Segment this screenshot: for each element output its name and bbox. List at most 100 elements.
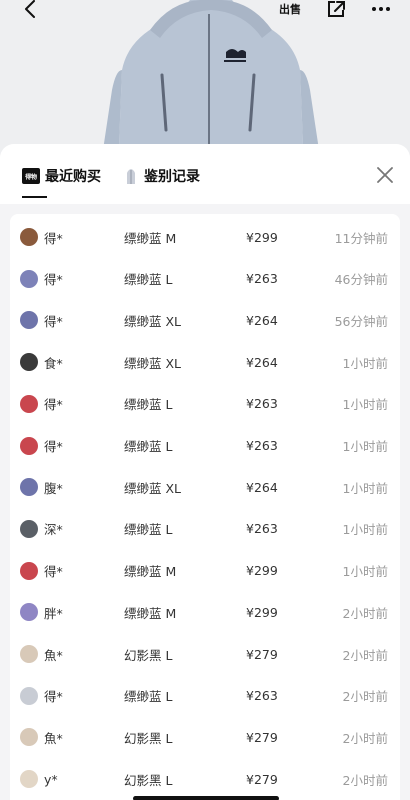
buyer-name: 魚* bbox=[44, 730, 63, 746]
purchase-time: 1小时前 bbox=[342, 480, 388, 496]
buyer-name: 得* bbox=[44, 689, 63, 705]
variant-label: 缥缈蓝 L bbox=[124, 272, 173, 288]
avatar bbox=[20, 478, 38, 497]
price-label: ¥263 bbox=[246, 396, 278, 412]
variant-label: 缥缈蓝 M bbox=[124, 230, 177, 246]
price-label: ¥279 bbox=[246, 729, 278, 745]
variant-label: 缥缈蓝 L bbox=[124, 689, 173, 705]
purchase-row: 胖* 缥缈蓝 M ¥299 2小时前 bbox=[10, 597, 400, 627]
purchase-row: 得* 缥缈蓝 L ¥263 1小时前 bbox=[10, 389, 400, 419]
sell-button-label: 出售 bbox=[279, 3, 301, 16]
purchase-list: 得* 缥缈蓝 M ¥299 11分钟前 得* 缥缈蓝 L ¥263 46分钟前 得* 缥缈蓝 XL… bbox=[10, 214, 400, 800]
avatar bbox=[20, 228, 38, 246]
buyer-name: 腹* bbox=[44, 480, 63, 496]
price-label: ¥299 bbox=[246, 563, 278, 579]
tab-label: 鉴别记录 bbox=[144, 169, 200, 185]
purchase-row: 魚* 幻影黑 L ¥279 2小时前 bbox=[10, 639, 400, 669]
variant-label: 缥缈蓝 XL bbox=[124, 355, 182, 371]
close-icon bbox=[377, 167, 393, 183]
dewu-logo-icon: 得物 bbox=[22, 168, 40, 184]
avatar bbox=[20, 311, 38, 330]
tab-label: 最近购买 bbox=[45, 169, 101, 185]
purchase-row: 食* 缥缈蓝 XL ¥264 1小时前 bbox=[10, 347, 400, 377]
purchase-time: 46分钟前 bbox=[334, 272, 388, 288]
variant-label: 缥缈蓝 L bbox=[124, 522, 173, 538]
active-tab-indicator bbox=[22, 196, 47, 198]
variant-label: 缥缈蓝 XL bbox=[124, 313, 182, 329]
avatar bbox=[20, 686, 38, 705]
buyer-name: 得* bbox=[44, 397, 63, 413]
avatar bbox=[20, 561, 38, 580]
avatar bbox=[20, 519, 38, 538]
avatar bbox=[20, 353, 38, 372]
variant-label: 缥缈蓝 M bbox=[124, 564, 177, 580]
buyer-name: 得* bbox=[44, 564, 63, 580]
price-label: ¥264 bbox=[246, 354, 278, 370]
avatar bbox=[20, 645, 38, 663]
recent-purchases-sheet: 得物 最近购买 鉴别记录 得* 缥缈蓝 M ¥299 11分钟前 得* 缥缈蓝 L ¥263… bbox=[0, 144, 410, 800]
price-label: ¥263 bbox=[246, 271, 278, 287]
purchase-row: 深* 缥缈蓝 L ¥263 1小时前 bbox=[10, 514, 400, 544]
purchase-time: 1小时前 bbox=[342, 355, 388, 371]
purchase-time: 2小时前 bbox=[342, 730, 388, 746]
purchase-time: 2小时前 bbox=[342, 772, 388, 788]
variant-label: 缥缈蓝 M bbox=[124, 605, 177, 621]
purchase-row: 得* 缥缈蓝 M ¥299 11分钟前 bbox=[10, 222, 400, 252]
purchase-row: 得* 缥缈蓝 M ¥299 1小时前 bbox=[10, 556, 400, 586]
purchase-row: 得* 缥缈蓝 L ¥263 46分钟前 bbox=[10, 264, 400, 294]
variant-label: 幻影黑 L bbox=[124, 730, 173, 746]
purchase-time: 1小时前 bbox=[342, 564, 388, 580]
price-label: ¥279 bbox=[246, 771, 278, 787]
buyer-name: 得* bbox=[44, 439, 63, 454]
avatar bbox=[20, 728, 38, 747]
purchase-row: 腹* 缥缈蓝 XL ¥264 1小时前 bbox=[10, 472, 400, 502]
price-label: ¥279 bbox=[246, 646, 278, 662]
purchase-row: 魚* 幻影黑 L ¥279 2小时前 bbox=[10, 722, 400, 752]
price-label: ¥264 bbox=[246, 479, 278, 495]
purchase-time: 11分钟前 bbox=[334, 230, 388, 246]
purchase-row: 得* 缥缈蓝 XL ¥264 56分钟前 bbox=[10, 305, 400, 335]
chevron-left-icon bbox=[25, 0, 35, 18]
price-label: ¥263 bbox=[246, 521, 278, 537]
variant-label: 幻影黑 L bbox=[124, 647, 173, 663]
purchase-row: y* 幻影黑 L ¥279 2小时前 bbox=[10, 764, 400, 794]
tab-authentication-records[interactable]: 鉴别记录 bbox=[124, 164, 200, 188]
share-button[interactable] bbox=[325, 0, 347, 18]
buyer-name: 得* bbox=[44, 230, 63, 246]
sheet-header: 得物 最近购买 鉴别记录 bbox=[0, 144, 410, 204]
jacket-thumbnail-icon bbox=[127, 169, 135, 184]
variant-label: 缥缈蓝 L bbox=[124, 397, 173, 413]
price-label: ¥263 bbox=[246, 438, 278, 453]
sell-button[interactable]: 出售 bbox=[276, 0, 304, 18]
back-button[interactable] bbox=[20, 0, 40, 18]
home-indicator bbox=[133, 796, 279, 800]
price-label: ¥264 bbox=[246, 312, 278, 328]
buyer-name: 得* bbox=[44, 313, 63, 329]
avatar bbox=[20, 269, 38, 288]
purchase-time: 1小时前 bbox=[342, 522, 388, 538]
buyer-name: 魚* bbox=[44, 647, 63, 663]
price-label: ¥263 bbox=[246, 688, 278, 704]
purchase-time: 1小时前 bbox=[342, 397, 388, 413]
avatar bbox=[20, 436, 38, 455]
avatar bbox=[20, 770, 38, 789]
variant-label: 幻影黑 L bbox=[124, 772, 173, 788]
purchase-time: 1小时前 bbox=[342, 439, 388, 454]
avatar bbox=[20, 603, 38, 622]
variant-label: 缥缈蓝 L bbox=[124, 439, 173, 454]
avatar bbox=[20, 394, 38, 413]
purchase-time: 56分钟前 bbox=[334, 313, 388, 329]
share-icon bbox=[328, 1, 345, 17]
buyer-name: 胖* bbox=[44, 605, 63, 621]
variant-label: 缥缈蓝 XL bbox=[124, 480, 182, 496]
price-label: ¥299 bbox=[246, 604, 278, 620]
purchase-time: 2小时前 bbox=[342, 689, 388, 705]
more-icon bbox=[372, 7, 390, 11]
purchase-time: 2小时前 bbox=[342, 647, 388, 663]
tab-recent-purchases[interactable]: 得物 最近购买 bbox=[22, 164, 101, 188]
close-button[interactable] bbox=[376, 166, 394, 184]
purchase-row: 得* 缥缈蓝 L ¥263 1小时前 bbox=[10, 431, 400, 461]
more-button[interactable] bbox=[370, 0, 392, 18]
buyer-name: 食* bbox=[44, 355, 63, 371]
purchase-time: 2小时前 bbox=[342, 605, 388, 621]
